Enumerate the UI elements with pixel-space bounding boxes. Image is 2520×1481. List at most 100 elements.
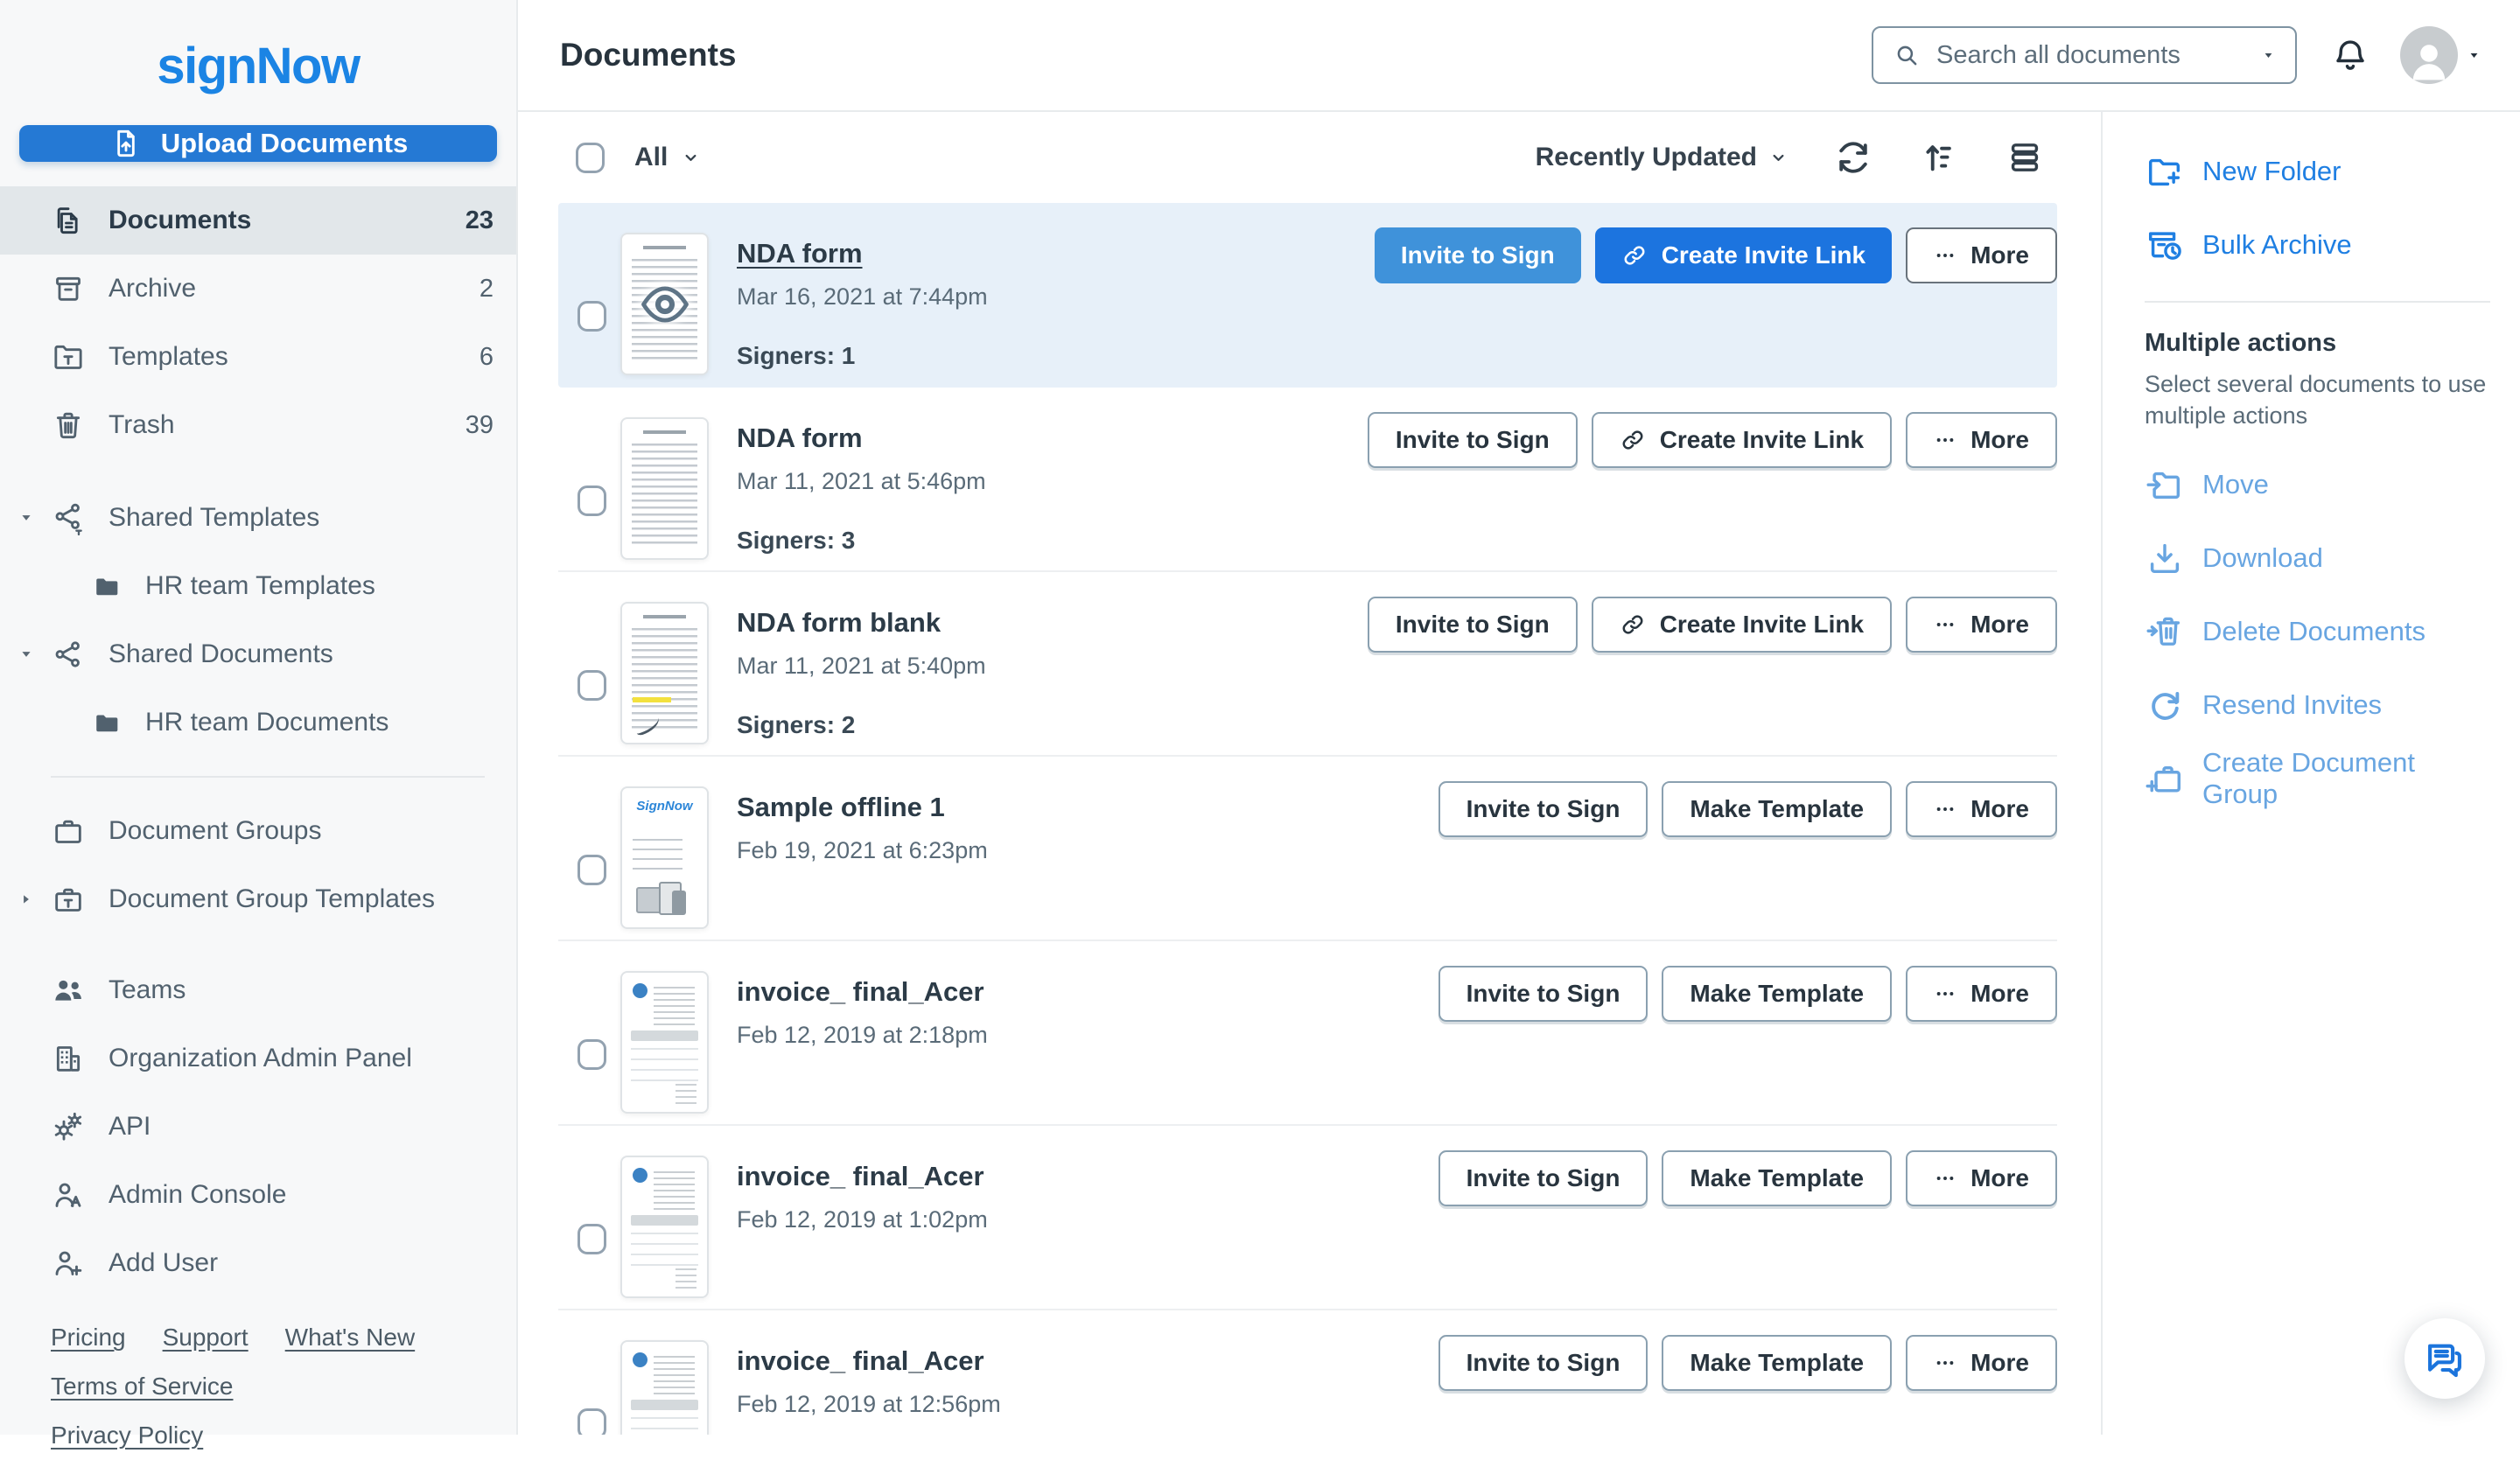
sidebar-item-shared-documents[interactable]: Shared Documents [0, 620, 516, 688]
invite-to-sign-button[interactable]: Invite to Sign [1374, 227, 1581, 283]
document-thumbnail[interactable] [620, 417, 709, 560]
sidebar-item-add-user[interactable]: Add User [0, 1229, 516, 1297]
more-button[interactable]: More [1906, 966, 2057, 1022]
more-button[interactable]: More [1906, 412, 2057, 468]
sidebar-item-teams[interactable]: Teams [0, 956, 516, 1024]
privacy-policy-link[interactable]: Privacy Policy [51, 1422, 203, 1450]
dots-icon [1934, 798, 1956, 821]
sidebar-item-hr-team-templates[interactable]: HR team Templates [0, 552, 516, 620]
make-template-button[interactable]: Make Template [1662, 966, 1893, 1022]
document-thumbnail[interactable] [620, 233, 709, 375]
document-title[interactable]: NDA form blank [737, 607, 986, 639]
invite-to-sign-button[interactable]: Invite to Sign [1367, 412, 1578, 468]
new-folder-action[interactable]: New Folder [2145, 135, 2494, 208]
folder-actions: New Folder Bulk Archive [2145, 135, 2494, 282]
row-checkbox[interactable] [578, 1039, 606, 1070]
more-button[interactable]: More [1906, 781, 2057, 837]
search-bar[interactable] [1872, 26, 2297, 84]
notifications-button[interactable] [2330, 35, 2370, 75]
create-invite-link-button[interactable]: Create Invite Link [1594, 227, 1893, 283]
move-action[interactable]: Move [2145, 448, 2494, 521]
button-label: Make Template [1690, 795, 1865, 822]
sidebar-item-organization-admin-panel[interactable]: Organization Admin Panel [0, 1024, 516, 1093]
avatar[interactable] [2400, 26, 2458, 84]
page-header: Documents [518, 0, 2520, 112]
row-checkbox[interactable] [578, 855, 606, 885]
upload-document-icon [108, 126, 144, 161]
create-invite-link-button[interactable]: Create Invite Link [1591, 597, 1893, 653]
document-title[interactable]: Sample offline 1 [737, 792, 988, 823]
sidebar-item-templates[interactable]: Templates 6 [0, 323, 516, 391]
download-action[interactable]: Download [2145, 521, 2494, 595]
sidebar-item-documents[interactable]: Documents 23 [0, 186, 516, 255]
invite-to-sign-button[interactable]: Invite to Sign [1367, 597, 1578, 653]
more-button[interactable]: More [1906, 1150, 2057, 1206]
sidebar-item-admin-console[interactable]: Admin Console [0, 1161, 516, 1229]
sidebar-item-hr-team-documents[interactable]: HR team Documents [0, 688, 516, 757]
sidebar-item-api[interactable]: API [0, 1093, 516, 1161]
search-input[interactable] [1935, 39, 2247, 71]
more-button[interactable]: More [1906, 1335, 2057, 1391]
account-menu[interactable] [2400, 26, 2482, 84]
more-button[interactable]: More [1906, 597, 2057, 653]
bulk-archive-action[interactable]: Bulk Archive [2145, 208, 2494, 282]
what-s-new-link[interactable]: What's New [285, 1324, 416, 1352]
button-label: More [1970, 980, 2029, 1007]
create-document-group-action[interactable]: Create Document Group [2145, 742, 2494, 815]
document-title[interactable]: invoice_ final_Acer [737, 1345, 1001, 1377]
document-date: Feb 12, 2019 at 12:56pm [737, 1391, 1001, 1417]
view-density-button[interactable] [2005, 137, 2045, 178]
terms-of-service-link[interactable]: Terms of Service [51, 1373, 234, 1401]
sidebar-item-trash[interactable]: Trash 39 [0, 391, 516, 459]
create-invite-link-button[interactable]: Create Invite Link [1591, 412, 1893, 468]
sort-dropdown[interactable]: Recently Updated [1536, 143, 1788, 172]
refresh-button[interactable] [1833, 137, 1873, 178]
document-thumbnail[interactable] [620, 1156, 709, 1298]
document-meta: invoice_ final_Acer Feb 12, 2019 at 12:56… [737, 1310, 1001, 1435]
search-scope-caret-icon[interactable] [2261, 48, 2276, 63]
trash-icon [51, 408, 86, 443]
document-title[interactable]: invoice_ final_Acer [737, 1161, 988, 1192]
document-thumbnail[interactable] [620, 602, 709, 744]
support-link[interactable]: Support [163, 1324, 248, 1352]
document-date: Mar 11, 2021 at 5:46pm [737, 468, 986, 494]
document-thumbnail[interactable] [620, 1340, 709, 1435]
invite-to-sign-button[interactable]: Invite to Sign [1438, 781, 1648, 837]
document-row: invoice_ final_Acer Feb 12, 2019 at 1:02p… [558, 1126, 2057, 1310]
select-all-checkbox[interactable] [576, 142, 605, 173]
more-button[interactable]: More [1906, 227, 2057, 283]
sidebar-item-document-group-templates[interactable]: Document Group Templates [0, 865, 516, 933]
chat-support-button[interactable] [2404, 1318, 2485, 1399]
sidebar-item-archive[interactable]: Archive 2 [0, 255, 516, 323]
make-template-button[interactable]: Make Template [1662, 781, 1893, 837]
upload-documents-button[interactable]: Upload Documents [19, 125, 497, 162]
row-checkbox[interactable] [578, 301, 606, 332]
account-caret-icon[interactable] [2467, 48, 2482, 63]
document-row: NDA form Mar 11, 2021 at 5:46pm Signers: 3… [558, 388, 2057, 572]
button-label: More [1970, 1164, 2029, 1191]
dots-icon [1934, 982, 1956, 1005]
invite-to-sign-button[interactable]: Invite to Sign [1438, 1335, 1648, 1391]
resend-invites-action[interactable]: Resend Invites [2145, 668, 2494, 742]
row-checkbox[interactable] [578, 1408, 606, 1435]
document-thumbnail[interactable] [620, 971, 709, 1114]
action-label: Bulk Archive [2202, 229, 2352, 260]
invite-to-sign-button[interactable]: Invite to Sign [1438, 966, 1648, 1022]
delete-documents-action[interactable]: Delete Documents [2145, 595, 2494, 668]
sidebar-item-shared-templates[interactable]: Shared Templates [0, 484, 516, 552]
row-checkbox[interactable] [578, 486, 606, 516]
document-title[interactable]: NDA form [737, 238, 988, 269]
sort-order-button[interactable] [1919, 137, 1959, 178]
sidebar-item-document-groups[interactable]: Document Groups [0, 797, 516, 865]
document-thumbnail[interactable]: SignNow [620, 786, 709, 929]
make-template-button[interactable]: Make Template [1662, 1150, 1893, 1206]
row-checkbox[interactable] [578, 1224, 606, 1254]
row-checkbox[interactable] [578, 670, 606, 701]
document-title[interactable]: NDA form [737, 423, 986, 454]
filter-dropdown[interactable]: All [634, 143, 700, 172]
pricing-link[interactable]: Pricing [51, 1324, 126, 1352]
invite-to-sign-button[interactable]: Invite to Sign [1438, 1150, 1648, 1206]
make-template-button[interactable]: Make Template [1662, 1335, 1893, 1391]
document-title[interactable]: invoice_ final_Acer [737, 976, 988, 1008]
tri-right-icon [18, 891, 35, 908]
